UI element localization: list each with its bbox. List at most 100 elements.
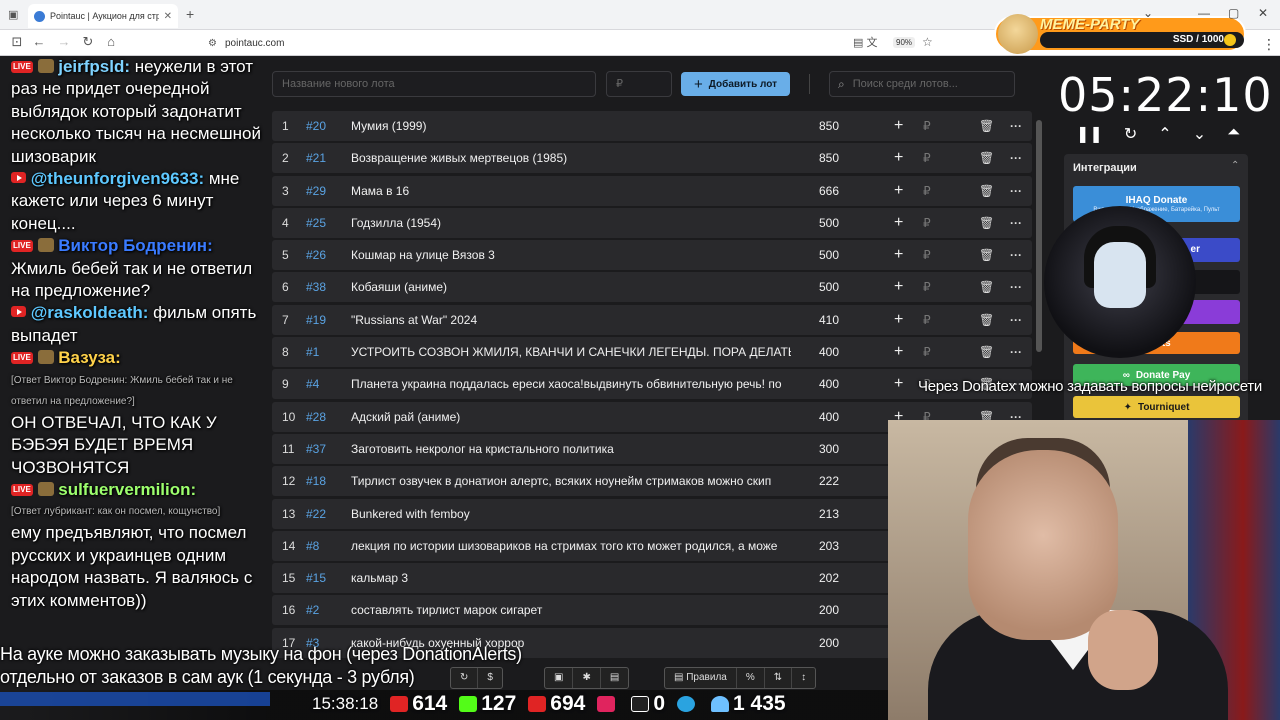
lot-row[interactable]: 5 #26 Кошмар на улице Вязов 3 500 + ₽ 🗑 ··· (272, 240, 1032, 271)
lot-amount[interactable]: 203 (819, 531, 839, 561)
delete-icon[interactable]: 🗑 (979, 305, 994, 335)
add-amount-icon[interactable]: + (894, 143, 903, 173)
rules-button[interactable]: ▤ Правила (665, 668, 737, 688)
lot-amount[interactable]: 666 (819, 176, 839, 206)
history-icon[interactable]: ▤ (601, 668, 628, 688)
window-close-icon[interactable]: ✕ (1258, 6, 1268, 20)
add-lot-button[interactable]: + Добавить лот (681, 72, 790, 96)
lot-row[interactable]: 1 #20 Мумия (1999) 850 + ₽ 🗑 ··· (272, 111, 1032, 141)
delete-icon[interactable]: 🗑 (979, 240, 994, 270)
add-amount-icon[interactable]: + (894, 176, 903, 206)
sidebar-toggle-icon[interactable]: ⊡ (8, 34, 26, 50)
lot-name[interactable]: Кобаяши (аниме) (351, 272, 791, 302)
lot-row[interactable]: 4 #25 Годзилла (1954) 500 + ₽ 🗑 ··· (272, 207, 1032, 238)
lot-amount[interactable]: 200 (819, 595, 839, 625)
back-icon[interactable]: ← (30, 34, 48, 49)
dollar-icon[interactable]: $ (478, 668, 502, 688)
tab-actions-icon[interactable]: ▣ (8, 8, 18, 21)
add-amount-icon[interactable]: + (894, 208, 903, 238)
lot-row[interactable]: 6 #38 Кобаяши (аниме) 500 + ₽ 🗑 ··· (272, 272, 1032, 303)
lot-name[interactable]: составлять тирлист марок сигарет (351, 595, 791, 625)
lots-scrollbar[interactable] (1036, 120, 1042, 352)
add-amount-icon[interactable]: + (894, 369, 903, 399)
chevron-down-icon[interactable]: ⌄ (1193, 124, 1206, 144)
add-amount-icon[interactable]: + (894, 305, 903, 335)
delete-icon[interactable]: 🗑 (979, 143, 994, 173)
lot-name[interactable]: Мумия (1999) (351, 111, 791, 141)
delete-icon[interactable]: 🗑 (979, 272, 994, 302)
more-icon[interactable]: ··· (1010, 176, 1022, 206)
zoom-level[interactable]: 90% (893, 37, 916, 48)
maximize-icon[interactable]: ▢ (1228, 6, 1239, 20)
pause-icon[interactable]: ❚❚ (1076, 124, 1103, 144)
more-icon[interactable]: ··· (1010, 240, 1022, 270)
lot-name[interactable]: УСТРОИТЬ СОЗВОН ЖМИЛЯ, КВАНЧИ И САНЕЧКИ … (351, 337, 791, 367)
lot-amount[interactable]: 500 (819, 208, 839, 238)
save-icon[interactable]: ▣ (545, 668, 574, 688)
lot-amount[interactable]: 400 (819, 369, 839, 399)
lot-name[interactable]: Кошмар на улице Вязов 3 (351, 240, 791, 270)
delete-icon[interactable]: 🗑 (979, 208, 994, 238)
new-tab-icon[interactable]: + (186, 6, 194, 22)
reload-icon[interactable]: ↻ (79, 34, 97, 50)
close-tab-icon[interactable]: ✕ (164, 11, 172, 22)
lot-amount[interactable]: 850 (819, 111, 839, 141)
reset-timer-icon[interactable]: ↻ (1124, 124, 1137, 144)
bug-icon[interactable]: ✱ (573, 668, 601, 688)
forward-icon[interactable]: → (55, 34, 73, 49)
add-amount-icon[interactable]: + (894, 111, 903, 141)
add-amount-icon[interactable]: + (894, 337, 903, 367)
lot-name[interactable]: Заготовить некролог на кристального поли… (351, 434, 791, 464)
lot-search-input[interactable]: ⌕ Поиск среди лотов... (829, 71, 1015, 97)
more-icon[interactable]: ··· (1010, 143, 1022, 173)
percent-icon[interactable]: % (737, 668, 765, 688)
lot-name[interactable]: Планета украина поддалась ереси хаоса!вы… (351, 369, 791, 399)
double-chevron-up-icon[interactable]: ⏶ (1227, 124, 1240, 144)
lot-amount[interactable]: 202 (819, 563, 839, 593)
lot-amount[interactable]: 500 (819, 272, 839, 302)
lot-name[interactable]: лекция по истории шизовариков на стримах… (351, 531, 791, 561)
lot-name[interactable]: "Russians at War" 2024 (351, 305, 791, 335)
lot-amount[interactable]: 300 (819, 434, 839, 464)
more-icon[interactable]: ··· (1010, 208, 1022, 238)
add-amount-icon[interactable]: + (894, 240, 903, 270)
minimize-icon[interactable]: — (1198, 6, 1210, 20)
refresh-icon[interactable]: ↻ (451, 668, 479, 688)
sort-icon[interactable]: ↕ (792, 668, 815, 688)
add-amount-icon[interactable]: + (894, 272, 903, 302)
lot-name[interactable]: Bunkered with femboy (351, 499, 791, 529)
lot-name[interactable]: Мама в 16 (351, 176, 791, 206)
chevron-up-icon[interactable]: ⌃ (1158, 124, 1171, 144)
browser-menu-icon[interactable]: ⋮ (1262, 36, 1276, 53)
collapse-chevron-icon[interactable]: ⌃ (1231, 160, 1239, 171)
lot-name[interactable]: Тирлист озвучек в донатион алертс, всяки… (351, 466, 791, 496)
lot-name[interactable]: Адский рай (аниме) (351, 402, 791, 432)
lot-amount[interactable]: 213 (819, 499, 839, 529)
delete-icon[interactable]: 🗑 (979, 111, 994, 141)
more-icon[interactable]: ··· (1010, 111, 1022, 141)
new-lot-input[interactable]: Название нового лота (272, 71, 596, 97)
lot-amount[interactable]: 850 (819, 143, 839, 173)
lot-amount[interactable]: 400 (819, 337, 839, 367)
browser-tab[interactable]: Pointauc | Аукцион для стримеров ✕ (28, 4, 178, 28)
lot-row[interactable]: 2 #21 Возвращение живых мертвецов (1985) 85… (272, 143, 1032, 174)
lot-row[interactable]: 8 #1 УСТРОИТЬ СОЗВОН ЖМИЛЯ, КВАНЧИ И САНЕЧ… (272, 337, 1032, 368)
chevron-down-icon[interactable]: ⌄ (1143, 6, 1153, 20)
lot-name[interactable]: Возвращение живых мертвецов (1985) (351, 143, 791, 173)
tourniquet-button[interactable]: ✦ Tourniquet (1073, 396, 1240, 418)
lot-amount-input[interactable]: ₽ (606, 71, 672, 97)
lot-row[interactable]: 3 #29 Мама в 16 666 + ₽ 🗑 ··· (272, 175, 1032, 206)
site-info-icon[interactable]: ⚙ (208, 38, 217, 49)
lot-name[interactable]: кальмар 3 (351, 563, 791, 593)
reader-mode-icon[interactable]: ▤ 文 (853, 34, 877, 50)
favorite-star-icon[interactable]: ☆ (922, 35, 933, 49)
more-icon[interactable]: ··· (1010, 337, 1022, 367)
split-icon[interactable]: ⇅ (765, 668, 793, 688)
lot-amount[interactable]: 200 (819, 628, 839, 658)
lot-row[interactable]: 7 #19 "Russians at War" 2024 410 + ₽ 🗑 ··· (272, 304, 1032, 335)
more-icon[interactable]: ··· (1010, 305, 1022, 335)
address-bar[interactable]: ⚙ pointauc.com (200, 33, 940, 53)
home-icon[interactable]: ⌂ (102, 34, 120, 49)
delete-icon[interactable]: 🗑 (979, 337, 994, 367)
lot-amount[interactable]: 410 (819, 305, 839, 335)
